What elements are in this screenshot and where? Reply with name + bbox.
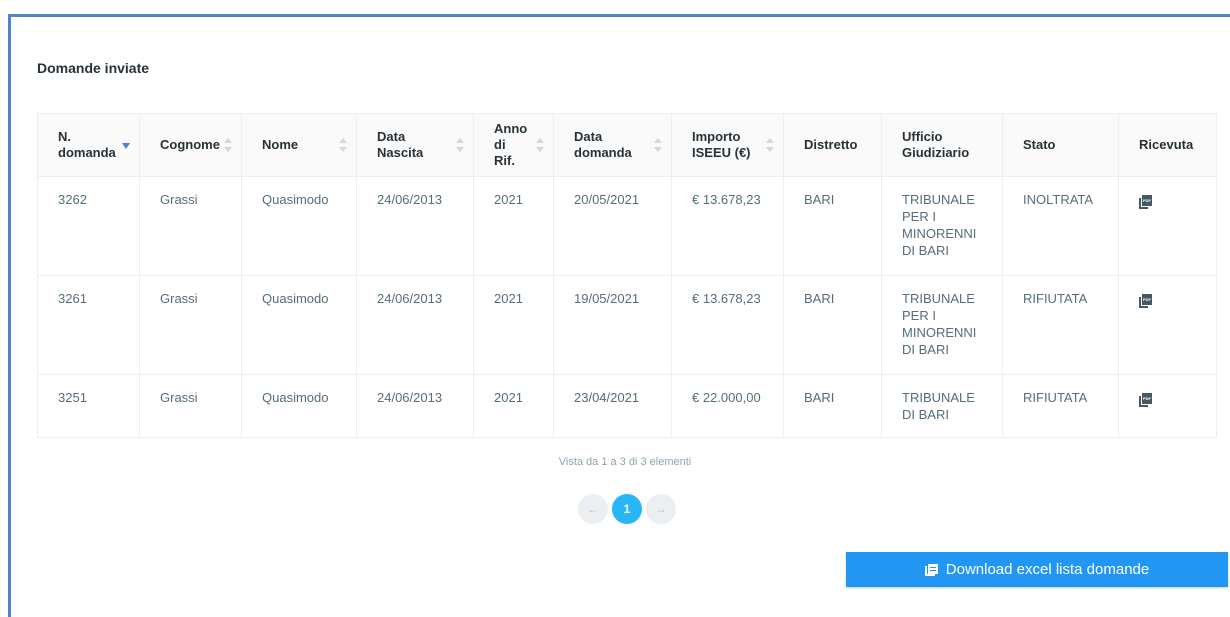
cell-data-nascita: 24/06/2013: [356, 275, 474, 375]
column-header-label: N. domanda: [58, 129, 116, 160]
cell-data-nascita: 24/06/2013: [356, 176, 474, 276]
column-header-ufficio: Ufficio Giudiziario: [881, 113, 1003, 177]
table-header-row: N. domanda Cognome Nome Data Nascita Ann…: [37, 113, 1217, 177]
cell-ufficio: TRIBUNALE DI BARI: [881, 374, 1003, 438]
column-header-distretto: Distretto: [783, 113, 882, 177]
cell-ufficio: TRIBUNALE PER I MINORENNI DI BARI: [881, 176, 1003, 276]
cell-data-domanda: 23/04/2021: [553, 374, 672, 438]
cell-stato: INOLTRATA: [1002, 176, 1119, 276]
sort-icon: [536, 138, 544, 152]
column-header-label: Data domanda: [574, 129, 632, 160]
cell-n-domanda: 3262: [37, 176, 140, 276]
cell-importo: € 13.678,23: [671, 176, 784, 276]
cell-stato: RIFIUTATA: [1002, 275, 1119, 375]
cell-ufficio: TRIBUNALE PER I MINORENNI DI BARI: [881, 275, 1003, 375]
sort-icon: [456, 138, 464, 152]
cell-importo: € 13.678,23: [671, 275, 784, 375]
pdf-icon[interactable]: PDF: [1139, 195, 1152, 209]
sort-desc-icon: [122, 138, 130, 152]
column-header-anno-rif[interactable]: Anno di Rif.: [473, 113, 554, 177]
cell-ricevuta: PDF: [1118, 275, 1217, 375]
cell-anno-rif: 2021: [473, 275, 554, 375]
cell-anno-rif: 2021: [473, 176, 554, 276]
pdf-icon[interactable]: PDF: [1139, 393, 1152, 407]
column-header-label: Ricevuta: [1139, 137, 1194, 152]
page-1-button[interactable]: 1: [612, 494, 642, 524]
table-row: 3251 Grassi Quasimodo 24/06/2013 2021 23…: [37, 374, 1217, 438]
column-header-label: Anno di Rif.: [494, 121, 528, 168]
sort-icon: [766, 138, 774, 152]
cell-cognome: Grassi: [139, 176, 242, 276]
section-title: Domande inviate: [37, 60, 150, 76]
cell-cognome: Grassi: [139, 374, 242, 438]
column-header-nome[interactable]: Nome: [241, 113, 357, 177]
column-header-label: Cognome: [160, 137, 220, 152]
domande-table: N. domanda Cognome Nome Data Nascita Ann…: [37, 113, 1217, 438]
column-header-label: Importo ISEEU (€): [692, 129, 751, 160]
column-header-importo[interactable]: Importo ISEEU (€): [671, 113, 784, 177]
cell-distretto: BARI: [783, 374, 882, 438]
column-header-label: Distretto: [804, 137, 858, 152]
next-page-button[interactable]: →: [646, 494, 676, 524]
cell-distretto: BARI: [783, 176, 882, 276]
table-row: 3262 Grassi Quasimodo 24/06/2013 2021 20…: [37, 176, 1217, 276]
cell-ricevuta: PDF: [1118, 176, 1217, 276]
column-header-n-domanda[interactable]: N. domanda: [37, 113, 140, 177]
prev-page-button[interactable]: ←: [578, 494, 608, 524]
cell-data-nascita: 24/06/2013: [356, 374, 474, 438]
cell-n-domanda: 3251: [37, 374, 140, 438]
column-header-ricevuta: Ricevuta: [1118, 113, 1217, 177]
column-header-label: Data Nascita: [377, 129, 424, 160]
cell-nome: Quasimodo: [241, 176, 357, 276]
sort-icon: [654, 138, 662, 152]
column-header-label: Ufficio Giudiziario: [902, 129, 970, 160]
sort-icon: [339, 138, 347, 152]
table-row: 3261 Grassi Quasimodo 24/06/2013 2021 19…: [37, 275, 1217, 375]
cell-cognome: Grassi: [139, 275, 242, 375]
column-header-label: Nome: [262, 137, 299, 152]
column-header-cognome[interactable]: Cognome: [139, 113, 242, 177]
cell-nome: Quasimodo: [241, 275, 357, 375]
frame-left-border: [8, 14, 11, 617]
cell-distretto: BARI: [783, 275, 882, 375]
pdf-icon[interactable]: PDF: [1139, 294, 1152, 308]
cell-ricevuta: PDF: [1118, 374, 1217, 438]
download-excel-button[interactable]: Download excel lista domande: [846, 552, 1228, 587]
cell-n-domanda: 3261: [37, 275, 140, 375]
cell-anno-rif: 2021: [473, 374, 554, 438]
column-header-label: Stato: [1023, 137, 1056, 152]
cell-data-domanda: 19/05/2021: [553, 275, 672, 375]
download-excel-label: Download excel lista domande: [945, 561, 1150, 578]
cell-stato: RIFIUTATA: [1002, 374, 1119, 438]
copy-icon: [924, 563, 938, 576]
cell-data-domanda: 20/05/2021: [553, 176, 672, 276]
column-header-data-domanda[interactable]: Data domanda: [553, 113, 672, 177]
cell-nome: Quasimodo: [241, 374, 357, 438]
column-header-stato: Stato: [1002, 113, 1119, 177]
column-header-data-nascita[interactable]: Data Nascita: [356, 113, 474, 177]
frame-top-border: [8, 14, 1230, 17]
table-info-text: Vista da 1 a 3 di 3 elementi: [558, 456, 692, 468]
sort-icon: [224, 138, 232, 152]
cell-importo: € 22.000,00: [671, 374, 784, 438]
